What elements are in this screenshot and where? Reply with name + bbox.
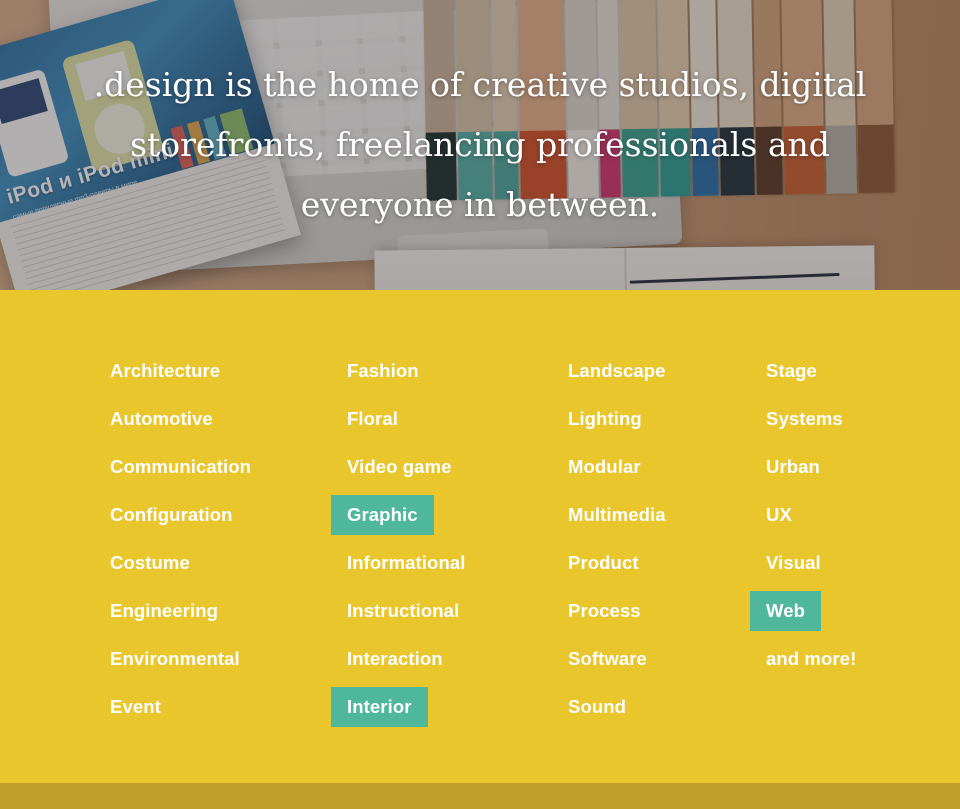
- category-item-process[interactable]: Process: [568, 591, 641, 631]
- category-item-visual[interactable]: Visual: [766, 543, 821, 583]
- category-item-informational[interactable]: Informational: [347, 543, 465, 583]
- category-item-landscape[interactable]: Landscape: [568, 351, 666, 391]
- category-item-and-more[interactable]: and more!: [766, 639, 856, 679]
- category-item-label: Sound: [568, 695, 627, 717]
- category-item-configuration[interactable]: Configuration: [110, 495, 233, 535]
- category-item-label: Event: [110, 695, 161, 717]
- category-item-stage[interactable]: Stage: [766, 351, 817, 391]
- category-item-engineering[interactable]: Engineering: [110, 591, 218, 631]
- category-item-fashion[interactable]: Fashion: [347, 351, 419, 391]
- category-item-label: Costume: [110, 551, 190, 573]
- category-item-label: Software: [568, 647, 647, 669]
- category-item-label: Web: [766, 599, 806, 621]
- category-item-label: Fashion: [347, 359, 419, 381]
- category-item-video-game[interactable]: Video game: [347, 447, 452, 487]
- category-item-label: Instructional: [347, 599, 460, 621]
- category-item-label: Multimedia: [568, 503, 666, 525]
- category-item-systems[interactable]: Systems: [766, 399, 843, 439]
- category-item-label: Automotive: [110, 407, 213, 429]
- hero-section: iPod и iPod mini самые популярные mp3-пл…: [0, 0, 960, 290]
- category-item-lighting[interactable]: Lighting: [568, 399, 642, 439]
- category-item-communication[interactable]: Communication: [110, 447, 251, 487]
- category-grid: Architecture Automotive Communication Confi…: [0, 290, 960, 783]
- category-item-web[interactable]: Web: [750, 591, 822, 631]
- category-item-label: Communication: [110, 455, 252, 477]
- category-item-product[interactable]: Product: [568, 543, 639, 583]
- category-item-label: Urban: [766, 455, 820, 477]
- category-item-label: Process: [568, 599, 641, 621]
- category-item-label: Stage: [766, 359, 817, 381]
- category-item-label: Interior: [347, 695, 412, 717]
- category-item-software[interactable]: Software: [568, 639, 647, 679]
- category-item-label: Systems: [766, 407, 843, 429]
- category-item-label: Graphic: [347, 503, 418, 525]
- category-item-sound[interactable]: Sound: [568, 687, 626, 727]
- category-item-instructional[interactable]: Instructional: [347, 591, 459, 631]
- category-item-label: Video game: [347, 455, 452, 477]
- category-item-label: Engineering: [110, 599, 218, 621]
- category-item-label: and more!: [766, 647, 857, 669]
- category-item-interaction[interactable]: Interaction: [347, 639, 443, 679]
- design-categories-section: Architecture Automotive Communication Confi…: [0, 290, 960, 783]
- category-item-label: Product: [568, 551, 639, 573]
- category-item-automotive[interactable]: Automotive: [110, 399, 213, 439]
- category-item-label: UX: [766, 503, 792, 525]
- category-item-label: Interaction: [347, 647, 443, 669]
- category-item-event[interactable]: Event: [110, 687, 161, 727]
- footer-band: [0, 783, 960, 809]
- page-root: iPod и iPod mini самые популярные mp3-пл…: [0, 0, 960, 809]
- category-item-floral[interactable]: Floral: [347, 399, 398, 439]
- category-item-label: Floral: [347, 407, 398, 429]
- category-item-environmental[interactable]: Environmental: [110, 639, 240, 679]
- category-item-label: Visual: [766, 551, 821, 573]
- category-item-label: Landscape: [568, 359, 666, 381]
- category-item-ux[interactable]: UX: [766, 495, 792, 535]
- category-item-label: Lighting: [568, 407, 642, 429]
- category-item-label: Informational: [347, 551, 466, 573]
- category-item-modular[interactable]: Modular: [568, 447, 641, 487]
- category-item-label: Configuration: [110, 503, 233, 525]
- category-item-label: Modular: [568, 455, 641, 477]
- hero-headline: .design is the home of creative studios,…: [93, 65, 867, 224]
- category-item-architecture[interactable]: Architecture: [110, 351, 220, 391]
- category-item-label: Architecture: [110, 359, 221, 381]
- category-item-graphic[interactable]: Graphic: [331, 495, 434, 535]
- category-item-costume[interactable]: Costume: [110, 543, 190, 583]
- category-item-multimedia[interactable]: Multimedia: [568, 495, 666, 535]
- category-item-label: Environmental: [110, 647, 240, 669]
- category-item-urban[interactable]: Urban: [766, 447, 820, 487]
- category-item-interior[interactable]: Interior: [331, 687, 428, 727]
